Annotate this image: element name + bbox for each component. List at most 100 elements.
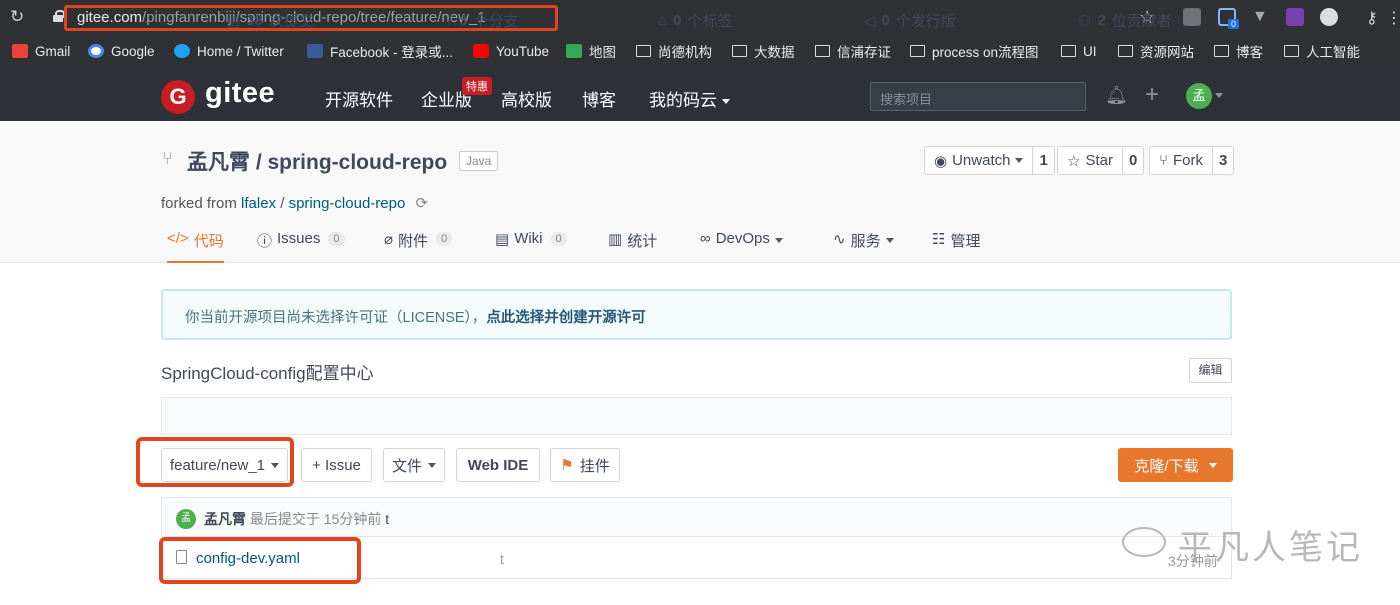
book-icon: ▤ bbox=[495, 231, 510, 248]
infinity-icon: ∞ bbox=[700, 230, 711, 247]
watch-count[interactable]: 1 bbox=[1033, 147, 1053, 174]
reload-icon[interactable]: ↻ bbox=[10, 8, 28, 26]
widget-button[interactable]: ⚑ 挂件 bbox=[550, 448, 620, 482]
gitee-logo-icon[interactable]: G bbox=[161, 80, 195, 114]
chevron-down-icon bbox=[428, 462, 436, 468]
extension-icon[interactable]: ▼ bbox=[1252, 8, 1270, 26]
bookmark-map[interactable]: 地图 bbox=[566, 37, 616, 65]
branch-select[interactable]: feature/new_1 bbox=[161, 448, 288, 482]
folder-icon bbox=[1061, 45, 1076, 57]
tab-stats[interactable]: ▥ 统计 bbox=[608, 228, 657, 263]
bookmark-facebook[interactable]: Facebook - 登录或... bbox=[307, 37, 453, 65]
fork-icon: ⑂ bbox=[162, 148, 173, 168]
license-notice: 你当前开源项目尚未选择许可证（LICENSE），点此选择并创建开源许可 bbox=[161, 289, 1232, 340]
bookmark-folder[interactable]: 博客 bbox=[1214, 37, 1263, 65]
bookmark-google[interactable]: Google bbox=[88, 37, 155, 65]
bell-icon[interactable]: 🔔︎ bbox=[1105, 85, 1128, 105]
nav-education[interactable]: 高校版 bbox=[501, 86, 552, 111]
latest-commit-info: 孟凡霄 最后提交于 15分钟前 t bbox=[204, 509, 389, 529]
clone-download-button[interactable]: 克隆/下载 bbox=[1118, 448, 1233, 482]
bookmark-youtube[interactable]: YouTube bbox=[473, 37, 549, 65]
file-name-link[interactable]: config-dev.yaml bbox=[196, 550, 300, 567]
file-commit-message[interactable]: t bbox=[500, 551, 504, 567]
chevron-down-icon bbox=[1208, 462, 1217, 468]
extension-icon[interactable] bbox=[1286, 8, 1304, 26]
fork-count[interactable]: 3 bbox=[1213, 147, 1233, 174]
code-icon: </> bbox=[167, 230, 189, 247]
stat-branches[interactable]: ⑂ 3 个分支 bbox=[444, 10, 518, 31]
fork-icon: ⑂ bbox=[1159, 152, 1169, 169]
bookmark-folder[interactable]: 大数据 bbox=[732, 37, 795, 65]
tab-code[interactable]: </> 代码 bbox=[167, 228, 224, 263]
bookmark-folder[interactable]: 资源网站 bbox=[1118, 37, 1194, 65]
bar-chart-icon: ▥ bbox=[608, 231, 623, 248]
gmail-icon bbox=[12, 44, 28, 58]
create-license-link[interactable]: 点此选择并创建开源许可 bbox=[486, 310, 646, 326]
tag-icon: ⌂ bbox=[658, 12, 668, 29]
nav-opensource[interactable]: 开源软件 bbox=[325, 86, 393, 111]
new-issue-button[interactable]: + Issue bbox=[301, 448, 372, 482]
stat-commits[interactable]: ▤ 38 次提交 bbox=[226, 10, 314, 31]
file-menu-button[interactable]: 文件 bbox=[383, 448, 445, 482]
pulse-icon: ∿ bbox=[833, 231, 846, 248]
extension-icon[interactable] bbox=[1183, 8, 1201, 26]
tab-wiki[interactable]: ▤ Wiki 0 bbox=[495, 228, 567, 263]
chevron-down-icon bbox=[1015, 158, 1024, 163]
commit-author[interactable]: 孟凡霄 bbox=[204, 511, 246, 527]
nav-blog[interactable]: 博客 bbox=[582, 86, 616, 111]
edit-description-button[interactable]: 编辑 bbox=[1189, 358, 1232, 383]
folder-icon bbox=[910, 45, 925, 57]
forked-repo-link[interactable]: spring-cloud-repo bbox=[289, 195, 406, 212]
forked-owner-link[interactable]: lfalex bbox=[241, 195, 276, 212]
watermark: 平凡人笔记 bbox=[1178, 528, 1363, 568]
bookmark-folder[interactable]: 信浦存证 bbox=[815, 37, 891, 65]
star-count[interactable]: 0 bbox=[1123, 147, 1143, 174]
gitee-logo-text[interactable]: gitee bbox=[205, 77, 275, 110]
commit-message[interactable]: t bbox=[385, 511, 389, 527]
tab-manage[interactable]: ☷ 管理 bbox=[932, 228, 980, 263]
repo-description: SpringCloud-config配置中心 bbox=[161, 364, 374, 383]
twitter-icon bbox=[174, 44, 190, 58]
language-badge: Java bbox=[459, 151, 499, 171]
tab-services[interactable]: ∿ 服务 bbox=[833, 228, 894, 263]
bookmark-gmail[interactable]: Gmail bbox=[12, 37, 70, 65]
bookmark-twitter[interactable]: Home / Twitter bbox=[174, 37, 284, 65]
repo-title[interactable]: 孟凡霄 / spring-cloud-repo bbox=[187, 146, 447, 176]
watch-button[interactable]: ◉ Unwatch 1 bbox=[924, 146, 1055, 175]
folder-icon bbox=[1214, 45, 1229, 57]
stat-releases[interactable]: ◁ 0 个发行版 bbox=[864, 10, 956, 31]
chevron-down-icon[interactable] bbox=[1215, 93, 1223, 98]
bookmark-folder[interactable]: UI bbox=[1061, 37, 1097, 65]
folder-icon bbox=[1284, 45, 1299, 57]
commit-icon: ▤ bbox=[226, 12, 241, 30]
key-icon[interactable]: ⚷ bbox=[1366, 8, 1384, 27]
tab-devops[interactable]: ∞ DevOps bbox=[700, 228, 783, 263]
hot-badge: 特惠 bbox=[462, 77, 492, 95]
repo-tabs: </> 代码 ⓘ Issues 0 ⌀ 附件 0 ▤ Wiki 0 ▥ 统计 ∞ DevOps ∿… bbox=[161, 228, 1231, 263]
bookmark-folder[interactable]: 尚德机构 bbox=[636, 37, 712, 65]
search-input[interactable]: 搜索项目 bbox=[870, 82, 1086, 111]
extension-icon[interactable] bbox=[1320, 8, 1338, 26]
bookmark-folder[interactable]: 人工智能 bbox=[1284, 37, 1360, 65]
sync-icon[interactable]: ⟳ bbox=[415, 195, 428, 212]
eye-icon: ◉ bbox=[934, 152, 948, 170]
web-ide-button[interactable]: Web IDE bbox=[456, 448, 540, 482]
avatar[interactable]: 孟 bbox=[1186, 83, 1212, 109]
folder-icon bbox=[1118, 45, 1133, 57]
star-icon: ☆ bbox=[1067, 152, 1081, 170]
wechat-icon bbox=[1122, 527, 1166, 557]
youtube-icon bbox=[473, 44, 489, 58]
tab-issues[interactable]: ⓘ Issues 0 bbox=[257, 228, 345, 263]
plus-icon[interactable]: + bbox=[1145, 83, 1159, 107]
star-button[interactable]: ☆ Star 0 bbox=[1057, 146, 1145, 175]
stat-tags[interactable]: ⌂ 0 个标签 bbox=[658, 10, 732, 31]
folder-icon bbox=[815, 45, 830, 57]
tab-attachments[interactable]: ⌀ 附件 0 bbox=[384, 228, 453, 263]
google-icon bbox=[88, 44, 104, 58]
fork-button[interactable]: ⑂ Fork 3 bbox=[1149, 146, 1235, 175]
nav-my-gitee[interactable]: 我的码云 bbox=[649, 86, 730, 111]
stat-contributors[interactable]: ⚇ 2 位贡献者 bbox=[1078, 10, 1172, 31]
menu-icon[interactable]: ⋮ bbox=[1386, 8, 1400, 27]
bookmark-folder[interactable]: process on流程图 bbox=[910, 37, 1039, 65]
avatar[interactable]: 孟 bbox=[176, 509, 196, 529]
